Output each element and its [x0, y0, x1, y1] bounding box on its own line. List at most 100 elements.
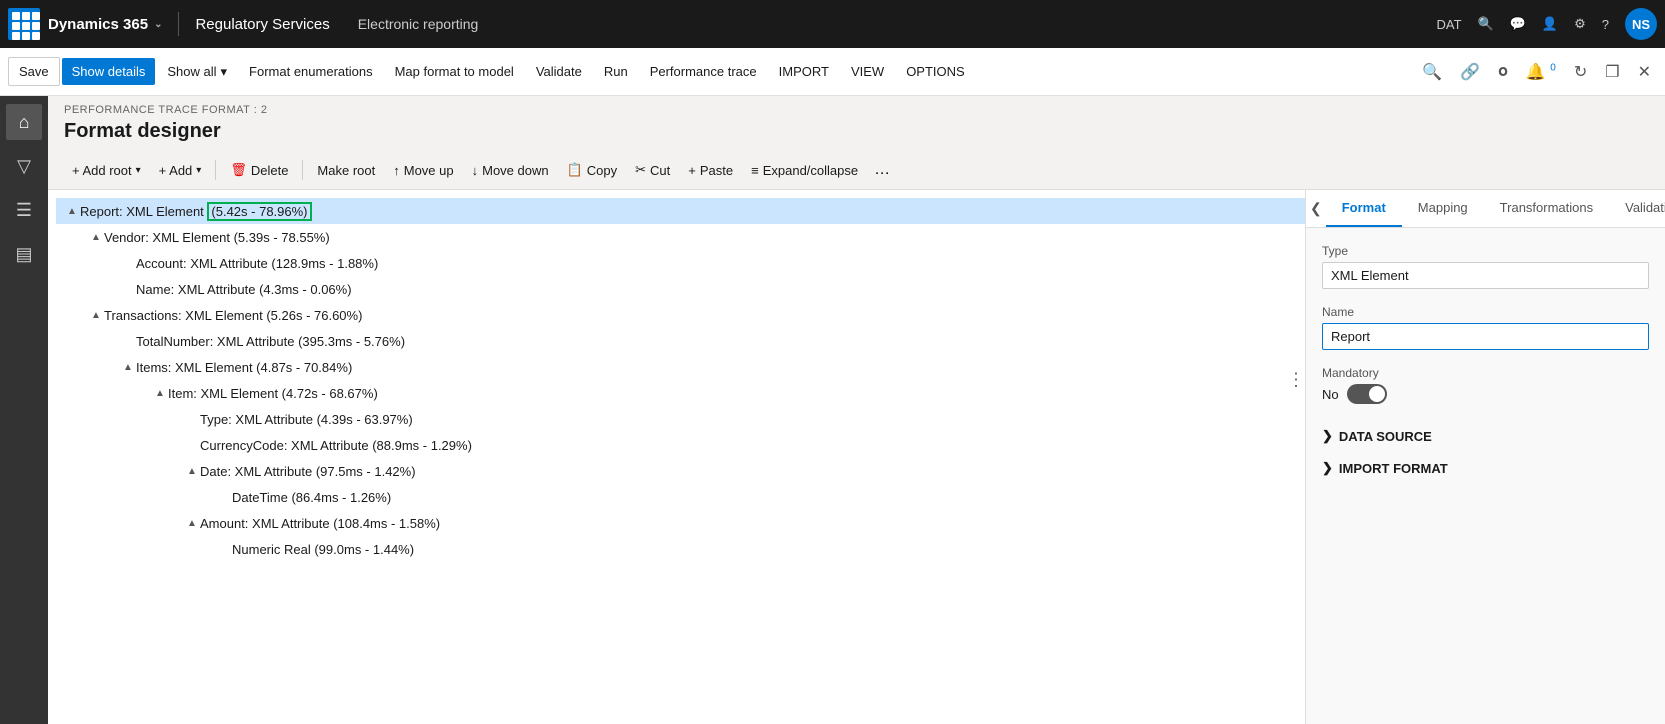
sidebar-home-icon[interactable]: ⌂: [6, 104, 42, 140]
more-options-button[interactable]: …: [868, 157, 896, 183]
message-icon[interactable]: 💬: [1510, 16, 1526, 32]
top-divider: [178, 12, 179, 36]
restore-icon[interactable]: ❐: [1599, 58, 1625, 86]
move-up-button[interactable]: ↑ Move up: [385, 158, 461, 183]
toggle-knob: [1369, 386, 1385, 402]
add-button[interactable]: + Add ▾: [151, 158, 210, 183]
tree-toggle-icon[interactable]: ▲: [120, 359, 136, 375]
import-format-arrow-icon: ❯: [1322, 460, 1333, 476]
tree-item[interactable]: ▲ Amount: XML Attribute (108.4ms - 1.58%…: [56, 510, 1305, 536]
sub-module: Electronic reporting: [358, 16, 479, 32]
page-title: Format designer: [48, 116, 1665, 151]
tree-toggle-icon: [216, 541, 232, 557]
right-panel-back-chevron[interactable]: ❮: [1306, 192, 1326, 225]
tab-format[interactable]: Format: [1326, 190, 1402, 227]
name-input[interactable]: [1322, 323, 1649, 350]
tab-mapping[interactable]: Mapping: [1402, 190, 1484, 227]
link-icon[interactable]: 🔗: [1454, 58, 1486, 86]
tree-toggle-icon: [184, 411, 200, 427]
app-name[interactable]: Dynamics 365 ⌄: [48, 16, 162, 33]
expand-collapse-button[interactable]: ≡ Expand/collapse: [743, 158, 866, 183]
type-field-group: Type XML Element: [1322, 244, 1649, 289]
run-button[interactable]: Run: [594, 58, 638, 85]
map-format-button[interactable]: Map format to model: [385, 58, 524, 85]
data-source-arrow-icon: ❯: [1322, 428, 1333, 444]
tree-item[interactable]: ▲ Date: XML Attribute (97.5ms - 1.42%): [56, 458, 1305, 484]
search-ribbon-icon[interactable]: 🔍: [1416, 58, 1448, 86]
tree-item[interactable]: TotalNumber: XML Attribute (395.3ms - 5.…: [56, 328, 1305, 354]
mandatory-toggle[interactable]: [1347, 384, 1387, 404]
right-panel: ❮ Format Mapping Transformations Validat…: [1305, 190, 1665, 724]
tree-item[interactable]: Type: XML Attribute (4.39s - 63.97%): [56, 406, 1305, 432]
cut-button[interactable]: ✂ Cut: [627, 157, 678, 183]
tree-item[interactable]: ▲ Items: XML Element (4.87s - 70.84%): [56, 354, 1305, 380]
delete-button[interactable]: 🗑 Delete: [222, 157, 296, 183]
copy-button[interactable]: 📋 Copy: [559, 157, 626, 183]
env-label: DAT: [1437, 17, 1462, 32]
main-area: PERFORMANCE TRACE FORMAT : 2 Format desi…: [48, 96, 1665, 724]
sidebar-chart-icon[interactable]: ▤: [6, 236, 42, 272]
tree-toggle-icon[interactable]: ▲: [88, 229, 104, 245]
type-value: XML Element: [1322, 262, 1649, 289]
help-icon[interactable]: ?: [1602, 17, 1609, 32]
add-root-button[interactable]: + Add root ▾: [64, 158, 149, 183]
mandatory-field-group: Mandatory No: [1322, 366, 1649, 404]
tree-item[interactable]: DateTime (86.4ms - 1.26%): [56, 484, 1305, 510]
tree-item[interactable]: Numeric Real (99.0ms - 1.44%): [56, 536, 1305, 562]
sidebar-filter-icon[interactable]: ▽: [6, 148, 42, 184]
paste-button[interactable]: + Paste: [680, 158, 741, 183]
performance-trace-button[interactable]: Performance trace: [640, 58, 767, 85]
notifications-icon[interactable]: 🔔 0: [1520, 58, 1562, 86]
data-source-section[interactable]: ❯ DATA SOURCE: [1322, 420, 1649, 452]
view-button[interactable]: VIEW: [841, 58, 894, 85]
tree-item[interactable]: ▲ Item: XML Element (4.72s - 68.67%): [56, 380, 1305, 406]
make-root-button[interactable]: Make root: [309, 158, 383, 183]
import-button[interactable]: IMPORT: [769, 58, 839, 85]
options-button[interactable]: OPTIONS: [896, 58, 975, 85]
import-format-section[interactable]: ❯ IMPORT FORMAT: [1322, 452, 1649, 484]
top-bar-right: DAT 🔍 💬 👤 ⚙ ? NS: [1437, 8, 1658, 40]
close-icon[interactable]: ✕: [1632, 58, 1657, 86]
save-button[interactable]: Save: [8, 57, 60, 86]
tab-transformations[interactable]: Transformations: [1484, 190, 1609, 227]
mandatory-label: Mandatory: [1322, 366, 1649, 380]
tree-toggle-icon: [120, 333, 136, 349]
tree-toggle-icon[interactable]: ▲: [184, 515, 200, 531]
mandatory-row: No: [1322, 384, 1649, 404]
breadcrumb: PERFORMANCE TRACE FORMAT : 2: [48, 96, 1665, 116]
panel-resize-handle[interactable]: ⋮: [1287, 370, 1305, 391]
tree-toggle-icon[interactable]: ▲: [152, 385, 168, 401]
tree-item[interactable]: ▲ Vendor: XML Element (5.39s - 78.55%): [56, 224, 1305, 250]
show-details-button[interactable]: Show details: [62, 58, 156, 85]
toolbar-separator-2: [302, 160, 303, 180]
tree-item[interactable]: Name: XML Attribute (4.3ms - 0.06%): [56, 276, 1305, 302]
tree-toggle-icon: [120, 281, 136, 297]
tree-toggle-icon: [184, 437, 200, 453]
tree-item[interactable]: ▲ Transactions: XML Element (5.26s - 76.…: [56, 302, 1305, 328]
office-icon[interactable]: 𝐨: [1492, 59, 1514, 85]
tab-validations[interactable]: Validations: [1609, 190, 1665, 227]
validate-button[interactable]: Validate: [526, 58, 592, 85]
search-icon[interactable]: 🔍: [1478, 16, 1494, 32]
format-enumerations-button[interactable]: Format enumerations: [239, 58, 383, 85]
sidebar-list-icon[interactable]: ☰: [6, 192, 42, 228]
name-field-group: Name: [1322, 305, 1649, 350]
move-down-button[interactable]: ↓ Move down: [464, 158, 557, 183]
tree-toggle-icon[interactable]: ▲: [88, 307, 104, 323]
copy-icon: 📋: [567, 162, 583, 178]
settings-icon[interactable]: ⚙: [1574, 16, 1586, 32]
app-grid-button[interactable]: [8, 8, 40, 40]
refresh-icon[interactable]: ↻: [1568, 58, 1593, 86]
tree-toggle-icon[interactable]: ▲: [64, 203, 80, 219]
avatar[interactable]: NS: [1625, 8, 1657, 40]
add-root-chevron-icon: ▾: [136, 165, 141, 176]
tree-item[interactable]: Account: XML Attribute (128.9ms - 1.88%): [56, 250, 1305, 276]
tree-item[interactable]: CurrencyCode: XML Attribute (88.9ms - 1.…: [56, 432, 1305, 458]
user-icon[interactable]: 👤: [1542, 16, 1558, 32]
move-up-icon: ↑: [393, 163, 400, 178]
tree-item[interactable]: ▲ Report: XML Element (5.42s - 78.96%): [56, 198, 1305, 224]
app-chevron-icon: ⌄: [154, 19, 162, 30]
tree-toggle-icon[interactable]: ▲: [184, 463, 200, 479]
paste-icon: +: [688, 163, 696, 178]
show-all-button[interactable]: Show all ▾: [157, 58, 237, 86]
